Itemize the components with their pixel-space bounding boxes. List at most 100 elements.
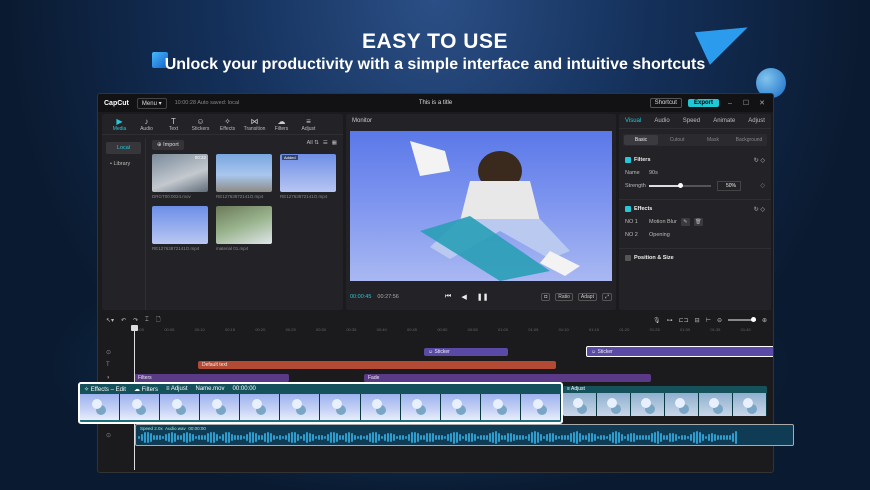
close-icon[interactable]: ✕ [757, 99, 767, 107]
main-video-clip[interactable]: ✧ Effects – Edit ☁ Filters ≡ Adjust Name… [78, 382, 563, 424]
wave-bar [192, 434, 194, 441]
keyframe-icon[interactable]: ◇ [760, 182, 765, 189]
nav-local[interactable]: Local [106, 142, 141, 154]
magnet-icon[interactable]: ⊏⊐ [679, 317, 689, 324]
edit-icon[interactable]: ✎ [680, 217, 690, 226]
filter-dropdown[interactable]: All ⇅ [307, 140, 319, 146]
position-checkbox[interactable] [625, 255, 631, 261]
snapshot-icon[interactable]: ◘ [541, 293, 551, 301]
subtab-cutout[interactable]: Cutout [660, 135, 694, 145]
wave-bar [729, 435, 731, 440]
clip-tag-label: Effects – Edit [90, 386, 126, 393]
sticker-icon: ☺ [196, 117, 205, 126]
wave-bar [528, 434, 530, 441]
preview-axis-icon[interactable]: ⊢ [706, 317, 711, 324]
tab-adjust-settings[interactable]: Adjust [748, 118, 765, 124]
adapt-button[interactable]: Adapt [577, 293, 597, 301]
strength-slider[interactable] [649, 182, 711, 188]
tab-effects[interactable]: ✧ Effects [214, 116, 241, 132]
nav-library[interactable]: • Library [106, 158, 141, 170]
export-button[interactable]: Export [687, 99, 719, 107]
effects-checkbox[interactable] [625, 206, 631, 212]
grid-view-icon[interactable]: ▦ [332, 140, 337, 146]
select-tool-icon[interactable]: ↖▾ [106, 317, 114, 324]
clip-effects-tag[interactable]: ✧ Effects – Edit [84, 386, 126, 393]
link-icon[interactable]: ⊶ [667, 317, 673, 324]
filter-clip[interactable]: Filters [134, 374, 289, 382]
filters-icon: ☁ [277, 117, 286, 126]
import-button[interactable]: ⊕ Import [152, 140, 184, 150]
audio-clip[interactable]: Speed 2.0x Audio.wav 00:00:00 [135, 424, 794, 446]
clip-filters-tag[interactable]: ☁ Filters [134, 386, 158, 393]
wave-bar [321, 435, 323, 440]
zoom-out-icon[interactable]: ⊖ [717, 317, 722, 324]
ratio-button[interactable]: Ratio [555, 293, 573, 301]
subtab-basic[interactable]: Basic [624, 135, 658, 145]
wave-bar [288, 432, 290, 443]
delete-clip-icon[interactable]: 🗋 [156, 315, 161, 325]
undo-icon[interactable]: ↶ [121, 317, 126, 324]
clip-adjust-tag[interactable]: ≡ Adjust [166, 386, 188, 392]
monitor-panel: Monitor 00:00:45 00:27:56 ⏮ ◀ ❚❚ ◘ Ratio [346, 114, 616, 310]
clip-header: ✧ Effects – Edit ☁ Filters ≡ Adjust Name… [80, 384, 561, 394]
tab-stickers[interactable]: ☺ Stickers [187, 116, 214, 132]
filters-checkbox[interactable] [625, 157, 631, 163]
wave-bar [237, 435, 239, 440]
zoom-slider[interactable] [727, 317, 756, 322]
media-thumb[interactable] [152, 206, 208, 244]
snap-icon[interactable]: ⊟ [695, 317, 700, 324]
wave-bar [450, 432, 452, 443]
filter-name-value: 90s [649, 169, 658, 176]
wave-bar [429, 432, 431, 443]
sticker-clip-selected[interactable]: ☺ Sticker [586, 346, 773, 357]
tab-transition[interactable]: ⋈ Transition [241, 116, 268, 132]
fade-clip[interactable]: Fade [364, 374, 651, 382]
skip-start-icon[interactable]: ⏮ [445, 293, 451, 301]
media-thumb[interactable] [216, 154, 272, 192]
media-thumb[interactable]: Added [280, 154, 336, 192]
tab-speed[interactable]: Speed [683, 118, 700, 124]
redo-icon[interactable]: ↷ [133, 317, 138, 324]
media-thumb[interactable] [216, 206, 272, 244]
strength-value[interactable]: 50% [717, 180, 741, 191]
tab-media[interactable]: ▶ Media [106, 116, 133, 132]
split-icon[interactable]: ⌶ [145, 317, 149, 324]
prev-frame-icon[interactable]: ◀ [461, 293, 466, 301]
wave-bar [297, 433, 299, 442]
zoom-knob[interactable] [750, 317, 756, 322]
zoom-in-icon[interactable]: ⊕ [762, 317, 767, 324]
tab-text[interactable]: T Text [160, 116, 187, 132]
tab-audio-settings[interactable]: Audio [654, 118, 669, 124]
tab-audio[interactable]: ♪ Audio [133, 116, 160, 132]
wave-bar [570, 433, 572, 442]
sticker-clip[interactable]: ☺ Sticker [424, 348, 508, 356]
tab-filters[interactable]: ☁ Filters [268, 116, 295, 132]
wave-bar [525, 435, 527, 440]
mic-icon[interactable]: 🎙 [653, 317, 661, 324]
media-thumb[interactable]: 00:22 [152, 154, 208, 192]
subtab-background[interactable]: Background [732, 135, 766, 145]
pause-icon[interactable]: ❚❚ [477, 293, 489, 301]
reset-icon[interactable]: ↻ ◇ [754, 157, 765, 164]
wave-bar [648, 435, 650, 440]
wave-bar [711, 433, 713, 442]
tab-animate[interactable]: Animate [713, 118, 735, 124]
list-view-icon[interactable]: ☰ [323, 140, 328, 146]
text-clip[interactable]: Default text [198, 361, 556, 369]
effects-reset-icon[interactable]: ↻ ◇ [754, 206, 765, 213]
preview-screen[interactable] [350, 131, 612, 281]
delete-icon[interactable]: 🗑 [693, 217, 703, 226]
wave-bar [492, 431, 494, 444]
tab-adjust[interactable]: ≡ Adjust [295, 116, 322, 132]
maximize-icon[interactable]: ☐ [741, 99, 751, 107]
second-video-clip[interactable]: ≡ Adjust [563, 386, 767, 416]
frame-thumb [360, 394, 401, 420]
adjust-icon: ≡ [306, 117, 311, 126]
minimize-icon[interactable]: – [725, 100, 735, 107]
strength-knob[interactable] [678, 182, 683, 188]
tab-visual[interactable]: Visual [625, 118, 641, 124]
menu-button[interactable]: Menu ▾ [136, 97, 167, 109]
fullscreen-icon[interactable]: ⤢ [601, 293, 612, 301]
shortcut-button[interactable]: Shortcut [649, 98, 682, 108]
subtab-mask[interactable]: Mask [696, 135, 730, 145]
